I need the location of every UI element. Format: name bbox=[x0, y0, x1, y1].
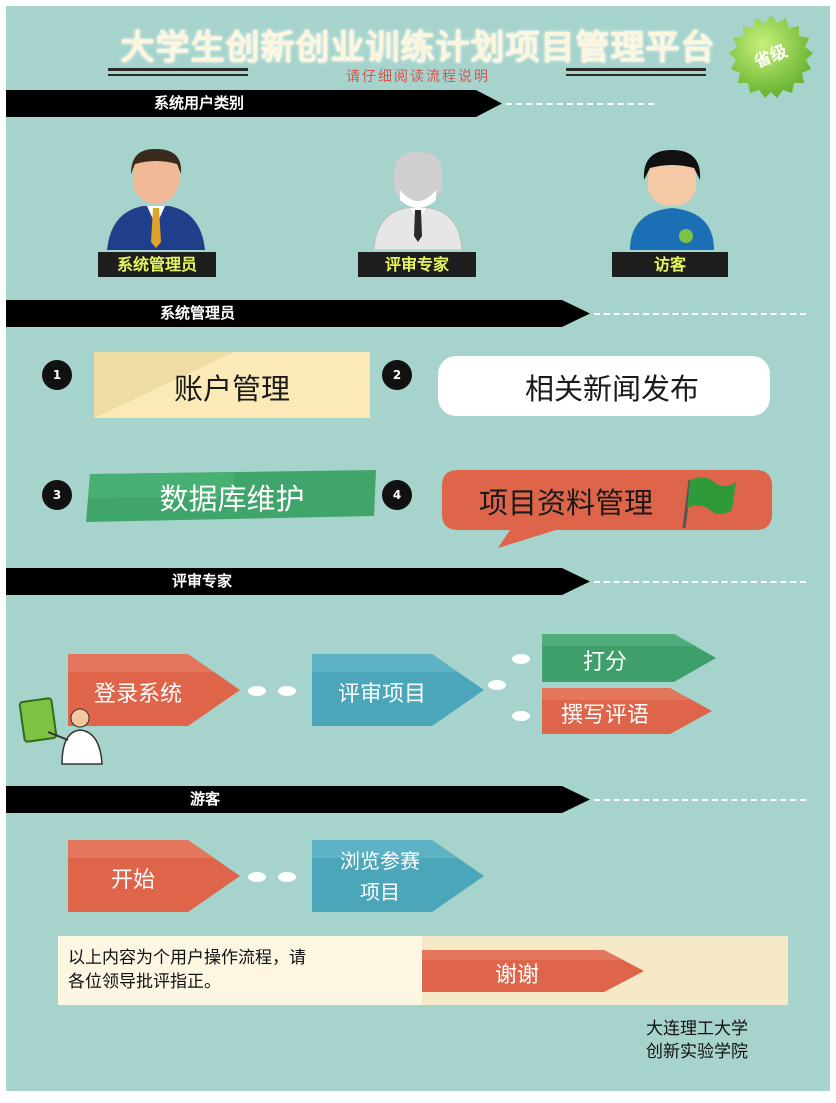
page-title: 大学生创新创业训练计划项目管理平台 bbox=[120, 28, 716, 68]
thanks-label: 谢谢 bbox=[494, 963, 539, 988]
section-dash bbox=[594, 581, 806, 583]
flow-connector-dot bbox=[248, 686, 266, 696]
flow-label-comment: 撰写评语 bbox=[560, 703, 649, 728]
section-title-visitor: 游客 bbox=[190, 790, 221, 808]
school-name-line2: 创新实验学院 bbox=[646, 1042, 748, 1062]
page-subtitle: 请仔细阅读流程说明 bbox=[346, 69, 490, 85]
flow-connector-dot bbox=[512, 654, 530, 664]
flow-connector-dot bbox=[278, 872, 296, 882]
section-band-visitor bbox=[6, 786, 590, 813]
section-title-admin: 系统管理员 bbox=[160, 304, 236, 322]
section-title-user-types: 系统用户类别 bbox=[154, 94, 245, 112]
section-dash bbox=[506, 103, 654, 105]
admin-item-label: 账户管理 bbox=[173, 372, 290, 406]
role-label-expert: 评审专家 bbox=[358, 252, 476, 277]
page: 大学生创新创业训练计划项目管理平台 请仔细阅读流程说明 省级 系统用户类别 系统… bbox=[6, 6, 830, 1091]
flow-label-review: 评审项目 bbox=[337, 682, 426, 707]
school-name: 大连理工大学 创新实验学院 bbox=[646, 1018, 796, 1064]
section-dash bbox=[594, 799, 806, 801]
presenter-icon bbox=[18, 697, 103, 765]
section-band-admin bbox=[6, 300, 590, 327]
admin-item-label: 数据库维护 bbox=[159, 482, 305, 516]
footer-note-line2: 各位领导批评指正。 bbox=[68, 972, 221, 992]
flow-label-browse-line1: 浏览参赛 bbox=[340, 849, 420, 873]
admin-item-label: 相关新闻发布 bbox=[524, 372, 699, 406]
step-number-3: 3 bbox=[42, 480, 72, 510]
flow-label-browse: 浏览参赛 项目 bbox=[312, 846, 448, 908]
role-label-visitor: 访客 bbox=[612, 252, 728, 277]
flow-connector-dot bbox=[488, 680, 506, 690]
section-band-user-types bbox=[6, 90, 502, 117]
footer-note-line1: 以上内容为个用户操作流程，请 bbox=[68, 948, 306, 968]
footer-note: 以上内容为个用户操作流程，请 各位领导批评指正。 bbox=[68, 946, 368, 994]
flow-label-score: 打分 bbox=[582, 650, 627, 675]
admin-item-label: 项目资料管理 bbox=[478, 486, 653, 520]
step-number-2: 2 bbox=[382, 360, 412, 390]
section-title-expert: 评审专家 bbox=[172, 572, 233, 590]
step-number-1: 1 bbox=[42, 360, 72, 390]
flag-icon bbox=[682, 477, 736, 529]
section-dash bbox=[594, 313, 806, 315]
flow-label-start: 开始 bbox=[110, 868, 155, 893]
flow-label-browse-line2: 项目 bbox=[360, 880, 400, 904]
businessman-avatar-icon bbox=[107, 148, 205, 250]
school-name-line1: 大连理工大学 bbox=[646, 1019, 748, 1039]
section-band-expert bbox=[6, 568, 590, 595]
flow-connector-dot bbox=[278, 686, 296, 696]
flow-connector-dot bbox=[248, 872, 266, 882]
expert-avatar-icon bbox=[373, 152, 463, 250]
role-label-admin: 系统管理员 bbox=[98, 252, 216, 277]
visitor-avatar-icon bbox=[630, 150, 714, 250]
flow-connector-dot bbox=[512, 711, 530, 721]
step-number-4: 4 bbox=[382, 480, 412, 510]
